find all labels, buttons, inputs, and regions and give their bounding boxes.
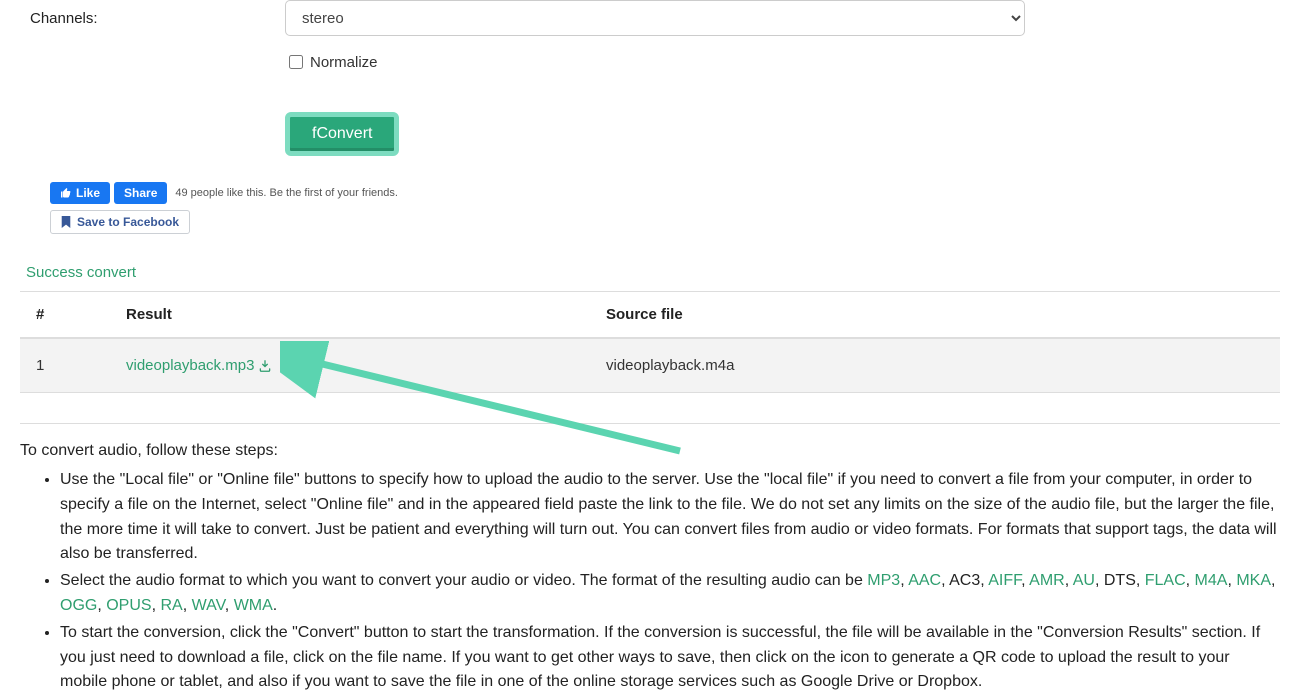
col-header-num: # [20,292,110,339]
list-item: Select the audio format to which you wan… [60,569,1280,619]
steps-intro: To convert audio, follow these steps: [20,442,1280,460]
results-table: # Result Source file 1 videoplayback.mp3… [20,291,1280,393]
success-title: Success convert [26,264,1280,285]
bookmark-icon [61,216,71,228]
cell-num: 1 [20,338,110,393]
channels-select[interactable]: stereo [285,0,1025,36]
list-item: To start the conversion, click the "Conv… [60,621,1280,695]
fb-like-button[interactable]: Like [50,182,110,204]
fmt-au[interactable]: AU [1073,572,1095,589]
fmt-mka[interactable]: MKA [1236,572,1271,589]
table-row: 1 videoplayback.mp3 videoplayback.m4a [20,338,1280,393]
fmt-aac[interactable]: AAC [908,572,941,589]
normalize-checkbox[interactable] [289,55,303,69]
fmt-mp3[interactable]: MP3 [867,572,900,589]
list-item: Use the "Local file" or "Online file" bu… [60,468,1280,567]
fmt-ra[interactable]: RA [160,597,182,614]
col-header-result: Result [110,292,590,339]
steps-list: Use the "Local file" or "Online file" bu… [20,468,1280,695]
thumbs-up-icon [60,187,72,199]
fmt-ogg[interactable]: OGG [60,597,97,614]
cell-source: videoplayback.m4a [590,338,1280,393]
download-icon [258,359,272,373]
fb-share-button[interactable]: Share [114,182,167,204]
channels-label: Channels: [20,10,285,27]
fmt-m4a[interactable]: M4A [1195,572,1228,589]
fb-subtext: 49 people like this. Be the first of you… [175,187,398,199]
fmt-wav[interactable]: WAV [192,597,225,614]
convert-button[interactable]: fConvert [285,112,399,156]
fmt-flac[interactable]: FLAC [1145,572,1186,589]
normalize-label: Normalize [310,54,378,71]
result-download-link[interactable]: videoplayback.mp3 [126,357,272,374]
divider [20,423,1280,424]
fmt-wma[interactable]: WMA [234,597,273,614]
fmt-aiff[interactable]: AIFF [988,572,1021,589]
col-header-source: Source file [590,292,1280,339]
fb-save-button[interactable]: Save to Facebook [50,210,190,234]
fmt-opus[interactable]: OPUS [106,597,151,614]
fmt-amr[interactable]: AMR [1029,572,1065,589]
